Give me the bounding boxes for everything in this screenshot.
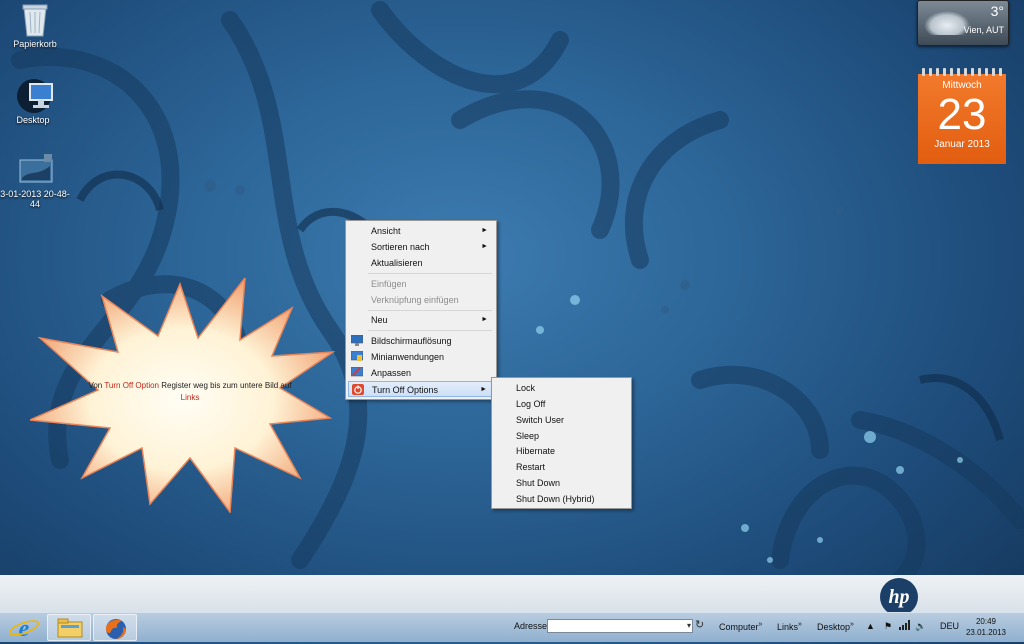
- desktop-icon-desktop[interactable]: Desktop: [0, 78, 68, 125]
- menu-separator: [368, 330, 492, 331]
- volume-icon[interactable]: 🔈: [915, 621, 926, 632]
- menu-item-label: Ansicht: [371, 226, 401, 236]
- action-center-flag-icon[interactable]: ⚑: [884, 621, 892, 632]
- toolbar-chevron-icon: »: [758, 621, 763, 628]
- taskbar-button-firefox[interactable]: [93, 614, 137, 641]
- desktop-context-menu: Ansicht ► Sortieren nach ► Aktualisieren…: [345, 220, 497, 400]
- recycle-bin-icon: [18, 2, 52, 37]
- toolbar-label: Links: [777, 622, 799, 632]
- menu-item-label: Bildschirmauflösung: [371, 336, 452, 346]
- calendar-page: Mittwoch 23 Januar 2013: [918, 74, 1006, 164]
- clock-time: 20:49: [975, 617, 997, 626]
- calendar-month-year: Januar 2013: [934, 139, 990, 150]
- note-middle: Register weg bis zum untere Bild auf: [161, 381, 292, 390]
- svg-text:e: e: [19, 616, 30, 641]
- desktop-icon-label: Papierkorb: [13, 39, 57, 49]
- submenu-arrow-icon: ►: [480, 386, 487, 393]
- toolbar-chevron-icon: »: [850, 621, 854, 628]
- submenu-item-switch-user[interactable]: Switch User: [494, 412, 629, 428]
- submenu-item-shut-down[interactable]: Shut Down: [494, 475, 629, 491]
- toolbar-computer[interactable]: Computer»: [719, 621, 762, 632]
- submenu-item-shut-down-hybrid[interactable]: Shut Down (Hybrid): [494, 491, 629, 507]
- internet-explorer-icon: e: [9, 616, 39, 642]
- menu-item-verknuepfung-einfuegen: Verknüpfung einfügen: [348, 292, 494, 308]
- menu-item-neu[interactable]: Neu ►: [348, 312, 494, 328]
- taskbar-button-internet-explorer[interactable]: e: [2, 614, 46, 642]
- personalize-icon: [351, 367, 363, 377]
- note-prefix: Von: [88, 381, 103, 390]
- calendar-gadget[interactable]: Mittwoch 23 Januar 2013: [918, 68, 1006, 164]
- display-icon: [351, 335, 363, 346]
- submenu-arrow-icon: ►: [481, 316, 488, 323]
- menu-item-label: Sortieren nach: [371, 242, 430, 252]
- taskbar-button-explorer[interactable]: [47, 614, 91, 641]
- address-input[interactable]: ▾: [547, 619, 693, 633]
- calendar-day: 23: [937, 90, 987, 139]
- hp-logo: hp: [880, 578, 918, 616]
- menu-item-label: Einfügen: [371, 279, 407, 289]
- menu-item-label: Verknüpfung einfügen: [371, 295, 459, 305]
- menu-item-einfuegen: Einfügen: [348, 276, 494, 292]
- weather-location: Vien, AUT: [963, 25, 1004, 35]
- show-hidden-icons-button[interactable]: ▲: [866, 621, 875, 631]
- menu-item-label: Anpassen: [371, 368, 412, 378]
- submenu-item-hibernate[interactable]: Hibernate: [494, 443, 629, 459]
- menu-item-anpassen[interactable]: Anpassen: [348, 365, 494, 381]
- toolbar-desktop[interactable]: Desktop»: [817, 621, 854, 632]
- menu-item-sortieren-nach[interactable]: Sortieren nach ►: [348, 239, 494, 255]
- menu-separator: [368, 310, 492, 311]
- menu-item-label: Neu: [371, 315, 388, 325]
- taskbar: e Adresse ▾ ↻ Computer» Links» Desktop» …: [0, 612, 1024, 642]
- menu-item-aktualisieren[interactable]: Aktualisieren: [348, 255, 494, 271]
- weather-temperature: 3°: [990, 3, 1004, 19]
- desktop-icon-label: Desktop: [16, 115, 50, 125]
- chevron-down-icon[interactable]: ▾: [687, 620, 691, 632]
- menu-item-ansicht[interactable]: Ansicht ►: [348, 223, 494, 239]
- calendar-rings: [922, 68, 1002, 76]
- submenu-arrow-icon: ►: [481, 243, 488, 250]
- wallpaper-band: [0, 575, 1024, 613]
- system-clock[interactable]: 20:49 23.01.2013: [964, 616, 1008, 638]
- toolbar-label: Computer: [719, 622, 759, 632]
- screenshot-file-icon: [18, 152, 53, 186]
- menu-item-minianwendungen[interactable]: Minianwendungen: [348, 349, 494, 365]
- desktop-icon-screenshot[interactable]: 3-01-2013 20-48-44: [0, 152, 70, 209]
- note-text: Von Turn Off Option Register weg bis zum…: [80, 380, 300, 404]
- desktop-icon-label: 3-01-2013 20-48-44: [0, 189, 70, 209]
- menu-separator: [368, 273, 492, 274]
- turn-off-submenu: Lock Log Off Switch User Sleep Hibernate…: [491, 377, 632, 509]
- power-icon: [352, 384, 364, 395]
- folder-icon: [57, 618, 83, 638]
- menu-item-label: Minianwendungen: [371, 352, 445, 362]
- note-highlight: Turn Off Option: [104, 381, 160, 390]
- submenu-item-sleep[interactable]: Sleep: [494, 428, 629, 444]
- menu-item-bildschirmaufloesung[interactable]: Bildschirmauflösung: [348, 333, 494, 349]
- address-label: Adresse: [514, 621, 548, 631]
- toolbar-chevron-icon: »: [798, 621, 802, 628]
- refresh-icon[interactable]: ↻: [695, 618, 704, 631]
- toolbar-label: Desktop: [817, 622, 851, 632]
- menu-item-label: Turn Off Options: [372, 385, 439, 395]
- submenu-item-log-off[interactable]: Log Off: [494, 396, 629, 412]
- clock-date: 23.01.2013: [965, 628, 1007, 637]
- toolbar-links[interactable]: Links»: [777, 621, 802, 632]
- submenu-item-lock[interactable]: Lock: [494, 380, 629, 396]
- network-signal-icon[interactable]: [899, 620, 911, 632]
- computer-icon: [16, 78, 53, 113]
- submenu-arrow-icon: ►: [481, 227, 488, 234]
- submenu-item-restart[interactable]: Restart: [494, 459, 629, 475]
- menu-item-label: Aktualisieren: [371, 258, 423, 268]
- gadgets-icon: [351, 351, 363, 361]
- menu-item-turn-off-options[interactable]: Turn Off Options ►: [348, 381, 494, 397]
- weather-gadget[interactable]: 3° Vien, AUT: [917, 0, 1009, 46]
- desktop-icon-recycle-bin[interactable]: Papierkorb: [0, 2, 70, 49]
- firefox-icon: [106, 619, 126, 639]
- note-link: Links: [180, 393, 200, 402]
- language-indicator[interactable]: DEU: [940, 621, 959, 631]
